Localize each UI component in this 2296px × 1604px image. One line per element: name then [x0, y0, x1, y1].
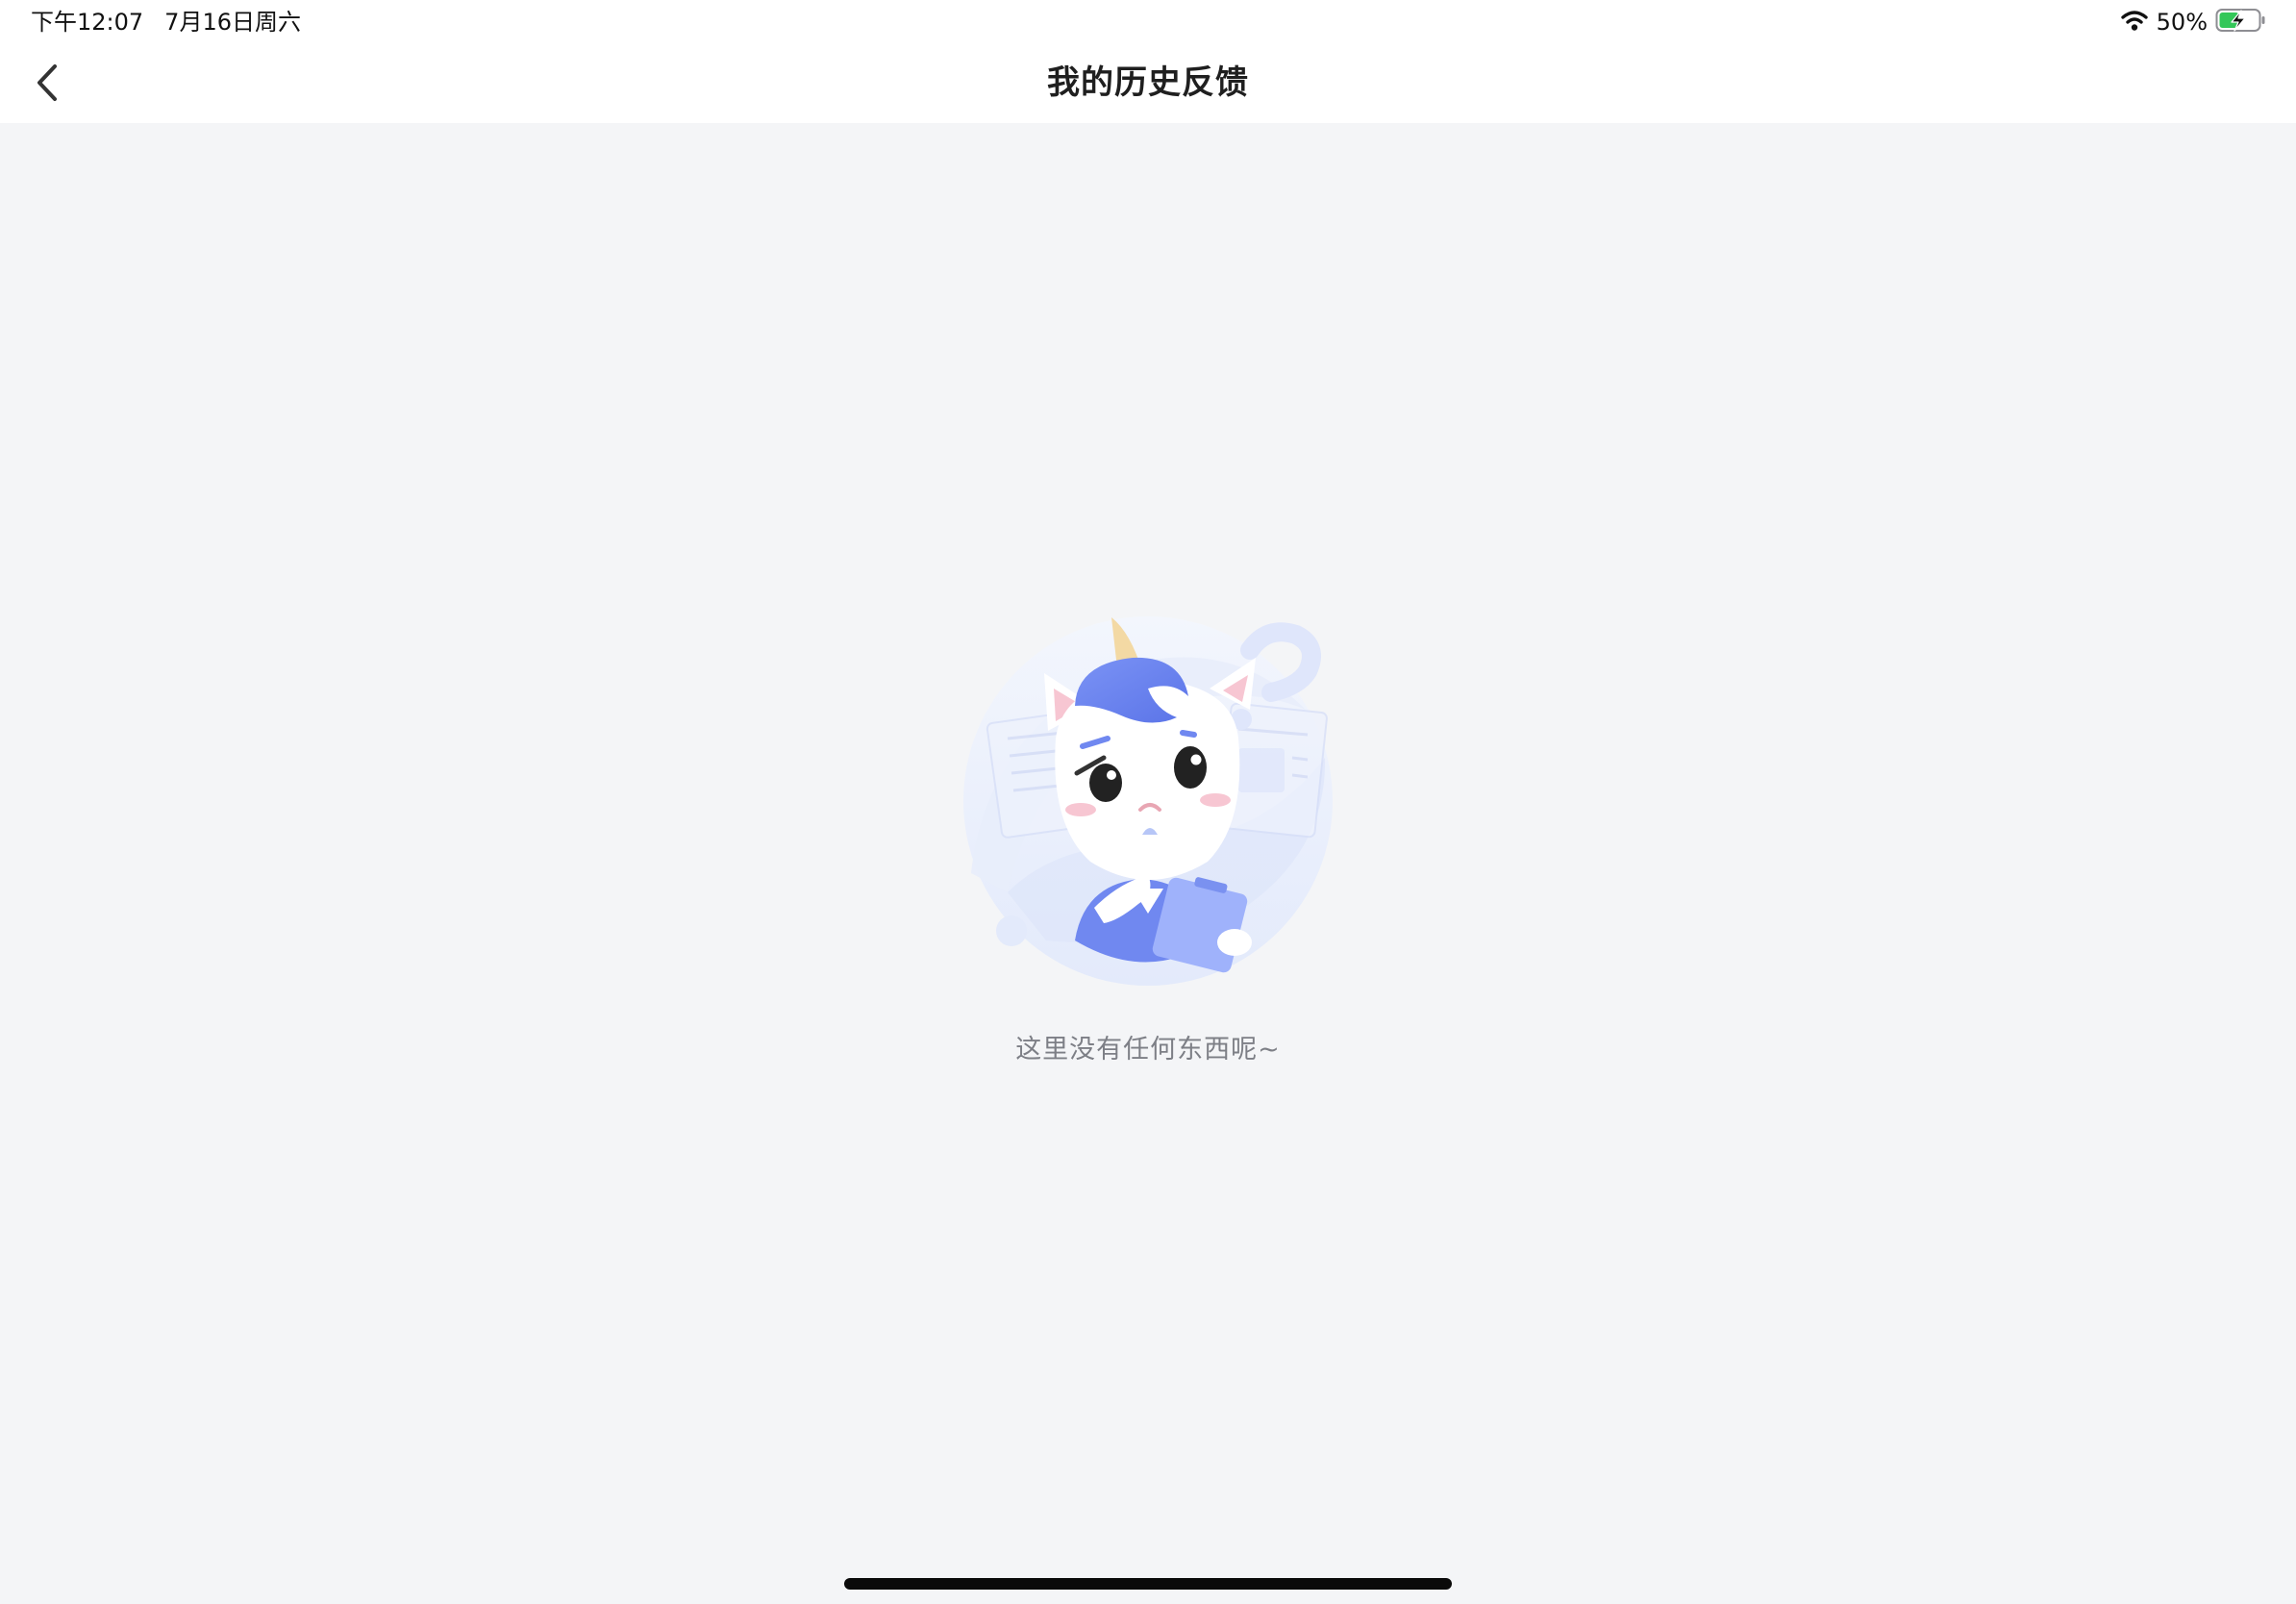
unicorn-mascot-illustration	[963, 616, 1333, 986]
status-bar: 下午12:07 7月16日周六 50%	[0, 0, 2296, 46]
status-time: 下午12:07	[31, 9, 144, 36]
empty-state: 这里没有任何东西呢~	[0, 604, 2296, 1067]
status-indicators: 50%	[2120, 8, 2267, 37]
home-indicator[interactable]	[844, 1578, 1452, 1590]
empty-message: 这里没有任何东西呢~	[1015, 1035, 1281, 1065]
status-time-date: 下午12:07 7月16日周六	[31, 8, 301, 37]
page-title: 我的历史反馈	[1047, 63, 1249, 102]
wifi-icon	[2120, 9, 2149, 36]
navigation-bar: 我的历史反馈	[0, 46, 2296, 123]
battery-percentage: 50%	[2156, 9, 2208, 36]
status-date: 7月16日周六	[164, 9, 301, 36]
battery-charging-icon	[2215, 8, 2267, 37]
top-header: 下午12:07 7月16日周六 50% 我的历史反馈	[0, 0, 2296, 123]
